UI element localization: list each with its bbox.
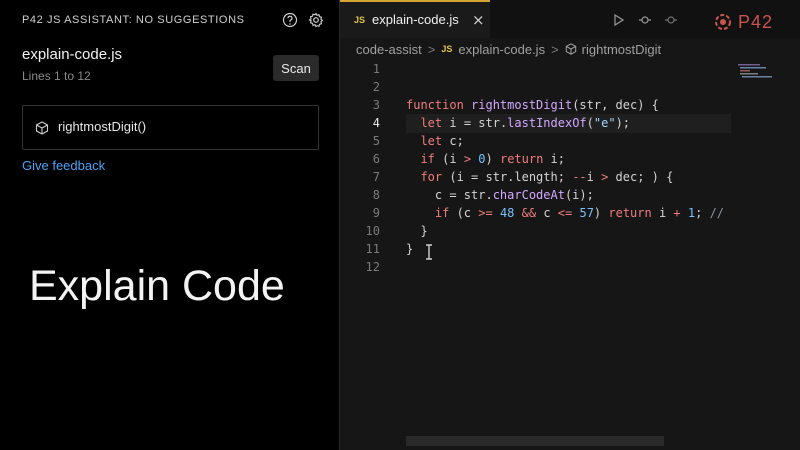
line-number: 11 bbox=[365, 242, 380, 256]
scan-button[interactable]: Scan bbox=[273, 55, 319, 81]
text-cursor-icon bbox=[424, 244, 434, 260]
code-line[interactable]: 11} bbox=[340, 240, 740, 258]
breadcrumb: code-assist > JS explain-code.js > right… bbox=[356, 40, 661, 58]
line-number: 9 bbox=[372, 206, 380, 220]
code-line[interactable]: 9 if (c >= 48 && c <= 57) return i + 1; … bbox=[340, 204, 740, 222]
function-item-label: rightmostDigit() bbox=[58, 119, 147, 134]
breadcrumb-symbol[interactable]: rightmostDigit bbox=[582, 42, 661, 57]
breadcrumb-separator: > bbox=[427, 41, 436, 57]
code-line[interactable]: 12 bbox=[340, 258, 740, 276]
line-number: 6 bbox=[372, 152, 380, 166]
code-line[interactable]: 4 let i = str.lastIndexOf("e"); bbox=[340, 114, 740, 132]
p42-brand: P42 bbox=[712, 10, 773, 34]
overlay-caption: Explain Code bbox=[29, 262, 285, 310]
line-number: 3 bbox=[372, 98, 380, 112]
breadcrumb-root[interactable]: code-assist bbox=[356, 42, 422, 57]
line-number: 5 bbox=[372, 134, 380, 148]
editor: JS explain-code.js × P42 code-assist > J… bbox=[340, 0, 800, 450]
tab-explain-code[interactable]: JS explain-code.js × bbox=[340, 0, 490, 38]
brand-text: P42 bbox=[738, 11, 774, 32]
close-icon[interactable]: × bbox=[472, 11, 485, 29]
breadcrumb-separator: > bbox=[551, 41, 559, 57]
code-line[interactable]: 8 c = str.charCodeAt(i); bbox=[340, 186, 740, 204]
p42-logo bbox=[715, 14, 731, 30]
breadcrumb-file[interactable]: explain-code.js bbox=[458, 42, 545, 57]
minimap[interactable] bbox=[738, 62, 778, 82]
tab-bar: JS explain-code.js × P42 bbox=[340, 0, 800, 38]
line-number: 12 bbox=[365, 260, 380, 274]
tab-label: explain-code.js bbox=[372, 12, 459, 27]
function-item[interactable]: rightmostDigit() bbox=[22, 105, 319, 150]
help-icon[interactable] bbox=[282, 12, 298, 28]
line-number: 2 bbox=[372, 80, 380, 94]
cube-icon bbox=[35, 120, 49, 135]
run-icon[interactable] bbox=[612, 12, 626, 27]
line-range: Lines 1 to 12 bbox=[22, 69, 91, 83]
js-file-icon: JS bbox=[441, 44, 453, 54]
horizontal-scrollbar[interactable] bbox=[406, 436, 664, 446]
assistant-panel: P42 JS ASSISTANT: NO SUGGESTIONS explain… bbox=[0, 0, 339, 450]
split-icon[interactable] bbox=[638, 12, 652, 26]
cube-icon bbox=[565, 43, 577, 55]
code-line[interactable]: 5 let c; bbox=[340, 132, 740, 150]
file-title: explain-code.js bbox=[22, 46, 123, 63]
panel-title: P42 JS ASSISTANT: NO SUGGESTIONS bbox=[22, 14, 245, 26]
line-number: 4 bbox=[372, 116, 380, 130]
code-line[interactable]: 6 if (i > 0) return i; bbox=[340, 150, 740, 168]
give-feedback-link[interactable]: Give feedback bbox=[22, 158, 105, 173]
code-line[interactable]: 2 bbox=[340, 78, 740, 96]
code-line[interactable]: 7 for (i = str.length; --i > dec; ) { bbox=[340, 168, 740, 186]
js-file-icon: JS bbox=[354, 15, 366, 25]
line-number: 8 bbox=[372, 188, 380, 202]
code-line[interactable]: 10 } bbox=[340, 222, 740, 240]
line-number: 7 bbox=[372, 170, 380, 184]
line-number: 1 bbox=[372, 62, 380, 76]
code-line[interactable]: 3 function rightmostDigit(str, dec) { bbox=[340, 96, 740, 114]
circle-icon[interactable] bbox=[664, 12, 678, 26]
line-number: 10 bbox=[365, 224, 380, 238]
gear-icon[interactable] bbox=[308, 12, 324, 28]
code-line[interactable]: 1 bbox=[340, 60, 740, 78]
